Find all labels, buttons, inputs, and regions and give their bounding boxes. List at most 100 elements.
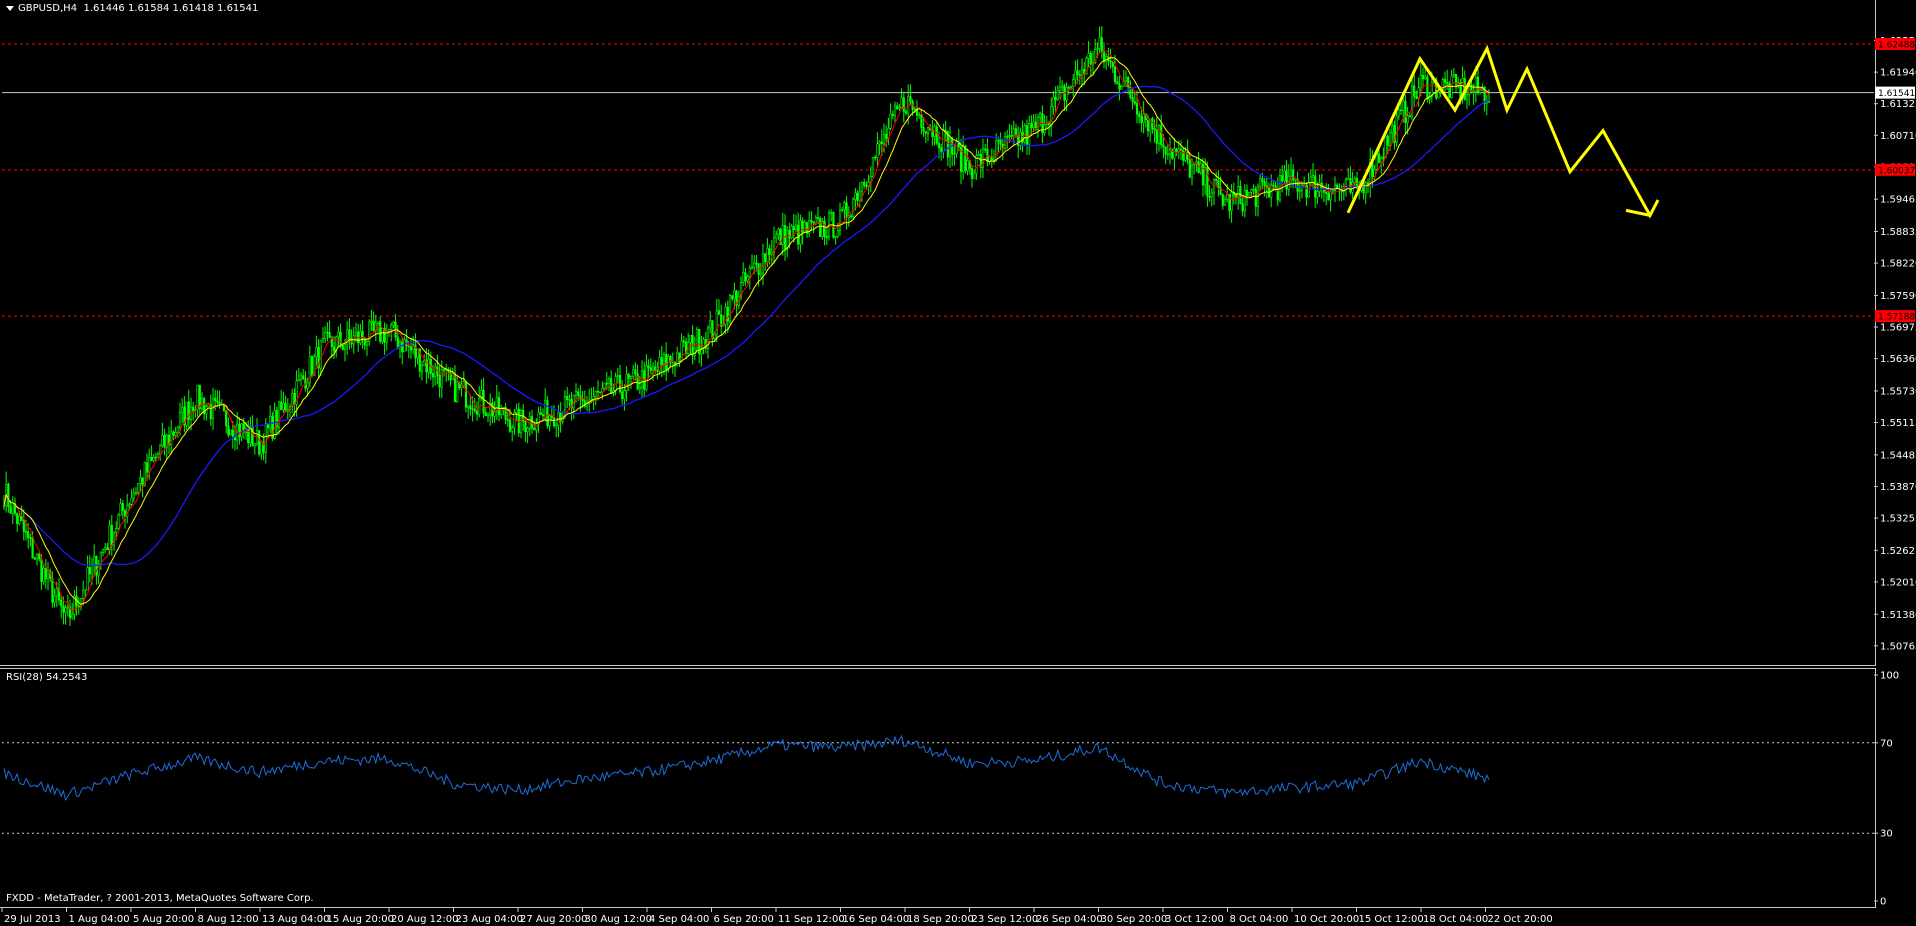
candle-body: [825, 236, 828, 238]
candle-body: [984, 148, 987, 151]
candle-body: [1076, 70, 1079, 75]
candle-body: [1010, 135, 1013, 137]
time-label: 23 Sep 12:00: [972, 914, 1039, 925]
candle-body: [365, 341, 369, 346]
candle-body: [1111, 61, 1114, 68]
candle-body: [1252, 188, 1255, 191]
price-chart-panel[interactable]: 1.625551.619401.613251.607101.600951.594…: [0, 0, 1916, 666]
candle-body: [893, 105, 897, 116]
candle-body: [533, 427, 536, 431]
candle-body: [35, 553, 39, 560]
candle-body: [1069, 86, 1073, 89]
candle-body: [1074, 70, 1077, 80]
candle-body: [1201, 163, 1205, 186]
candle-body: [596, 390, 600, 393]
candle-body: [546, 400, 549, 427]
candle-body: [110, 525, 113, 546]
candle-body: [1386, 135, 1389, 146]
candle-body: [471, 408, 474, 410]
candle-body: [885, 134, 888, 140]
candle-body: [1146, 119, 1150, 132]
candle-body: [1184, 151, 1187, 161]
candle-body: [1443, 79, 1447, 83]
rsi-chart-svg[interactable]: 100 70 30 0: [0, 669, 1916, 909]
candle-body: [1028, 123, 1031, 145]
candle-body: [566, 396, 569, 401]
candle-body: [1404, 101, 1407, 123]
candle-body: [409, 346, 413, 351]
candle-body: [141, 477, 144, 486]
candle-body: [1311, 175, 1315, 178]
candle-body: [297, 379, 300, 382]
candle-body: [93, 555, 96, 566]
candle-body: [84, 589, 87, 592]
candle-body: [115, 528, 118, 533]
candle-body: [387, 328, 391, 332]
candle-body: [568, 399, 571, 401]
rsi-indicator-panel[interactable]: 100 70 30 0: [0, 668, 1899, 908]
candle-body: [51, 578, 54, 603]
candle-body: [16, 513, 19, 525]
time-label: 22 Oct 20:00: [1488, 914, 1553, 925]
support-tag: 1.57188: [1878, 313, 1915, 323]
candle-body: [1215, 179, 1218, 181]
candle-body: [1479, 89, 1482, 93]
candle-body: [654, 366, 657, 371]
candle-body: [898, 107, 901, 110]
candle-body: [966, 160, 969, 171]
price-tick-label: 1.58220: [1880, 259, 1916, 270]
dropdown-triangle-icon[interactable]: [6, 5, 14, 11]
candle-body: [1173, 148, 1176, 159]
candle-body: [1298, 190, 1301, 192]
candle-body: [1476, 76, 1480, 93]
time-label: 4 Sep 04:00: [649, 914, 709, 925]
candle-body: [693, 347, 696, 356]
price-tick-label: 1.59465: [1880, 195, 1916, 206]
candle-body: [909, 96, 912, 102]
time-label: 30 Sep 20:00: [1101, 914, 1168, 925]
time-label: 1 Aug 04:00: [69, 914, 130, 925]
candle-body: [420, 365, 424, 372]
candle-body: [218, 401, 221, 405]
time-label: 15 Oct 12:00: [1359, 914, 1424, 925]
candle-body: [1426, 76, 1429, 100]
candle-body: [973, 172, 976, 179]
candle-body: [775, 234, 778, 239]
time-label: 8 Aug 12:00: [198, 914, 259, 925]
candle-body: [810, 219, 813, 223]
candle-body: [321, 338, 325, 342]
candle-body: [128, 504, 131, 506]
candle-body: [634, 369, 637, 374]
candle-body: [836, 230, 839, 237]
rsi-line: [3, 734, 1490, 802]
candle-body: [475, 410, 479, 415]
candle-body: [1160, 125, 1163, 146]
price-tick-label: 1.54485: [1880, 450, 1916, 461]
candle-body: [1140, 116, 1143, 123]
time-label: 15 Aug 20:00: [327, 914, 394, 925]
candle-body: [1190, 164, 1194, 178]
candle-body: [742, 272, 745, 283]
candle-body: [456, 381, 459, 402]
candle-body: [623, 390, 626, 400]
price-tick-label: 1.52010: [1880, 577, 1916, 588]
candle-body: [709, 320, 712, 329]
candle-body: [1487, 101, 1491, 103]
candle-body: [552, 417, 556, 427]
candle-body: [77, 605, 80, 608]
metatrader-chart-window[interactable]: 1.625551.619401.613251.607101.600951.594…: [0, 0, 1916, 926]
candle-body: [251, 425, 254, 447]
candle-body: [1078, 74, 1081, 76]
candle-body: [1006, 136, 1009, 138]
price-chart-svg[interactable]: 1.625551.619401.613251.607101.600951.594…: [0, 0, 1916, 666]
candle-body: [326, 331, 329, 334]
candle-body: [449, 370, 452, 380]
candle-body: [638, 387, 641, 390]
rsi-tick-label: 30: [1880, 829, 1893, 840]
candle-body: [1413, 85, 1416, 97]
candle-body: [555, 424, 558, 427]
candle-body: [770, 251, 773, 255]
candle-body: [1133, 101, 1136, 104]
candle-body: [1208, 196, 1211, 198]
candle-body: [253, 443, 256, 447]
